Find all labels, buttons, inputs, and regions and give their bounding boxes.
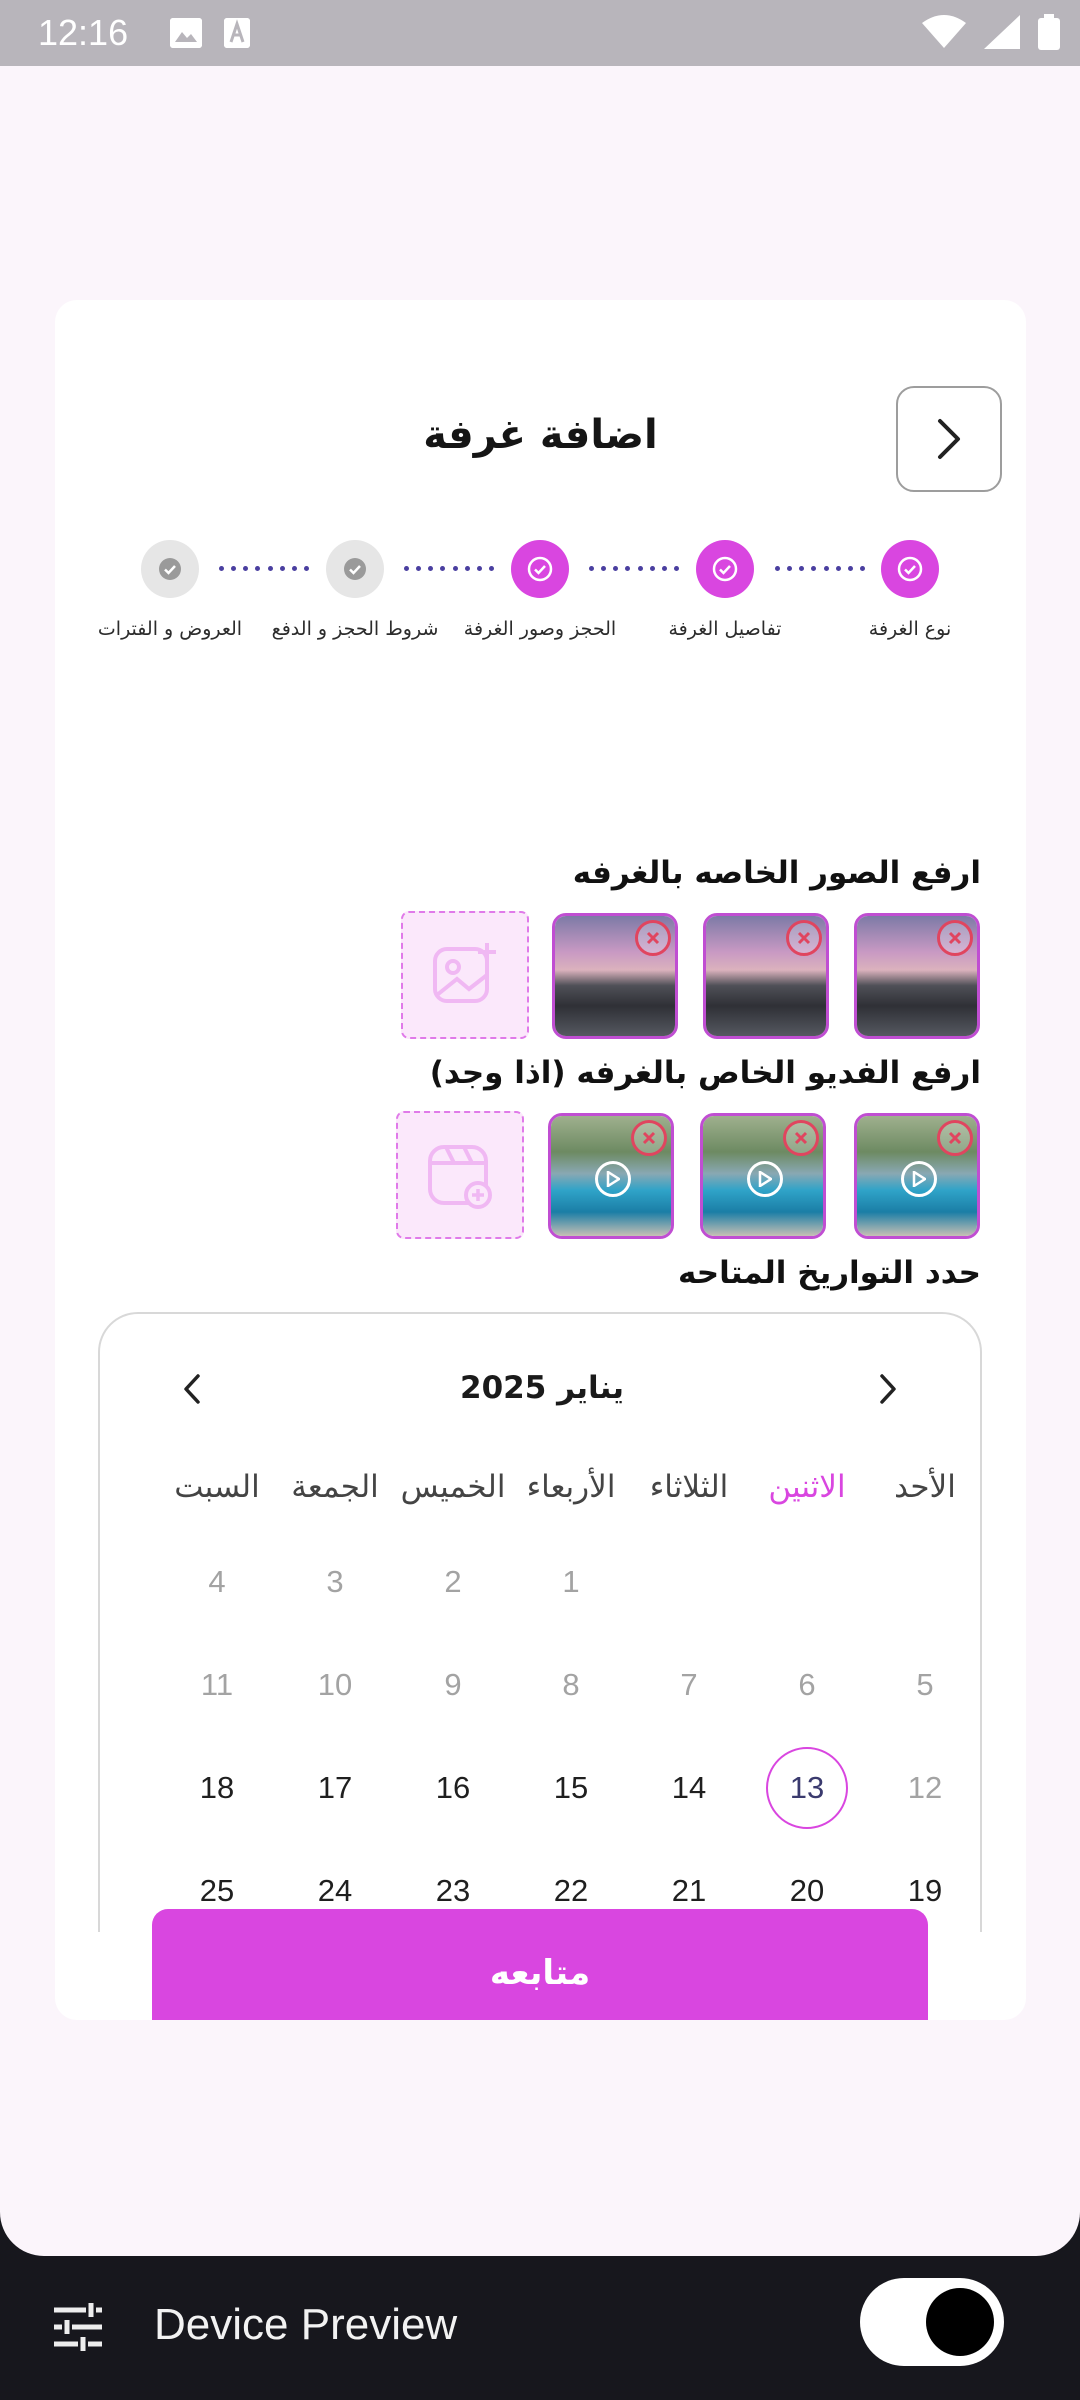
step-check-icon [511,540,569,598]
gallery-notification-icon [170,18,202,48]
calendar-day: 4 [208,1564,226,1599]
signal-icon [984,15,1020,49]
calendar-day: 6 [798,1667,816,1702]
calendar-day: 5 [916,1667,934,1702]
step-label: تفاصيل الغرفة [668,618,782,640]
play-icon [901,1161,937,1197]
step-check-icon [881,540,939,598]
step-label: نوع الغرفة [868,618,952,640]
calendar-week-row: 5 6 7 8 9 10 11 [100,1655,980,1758]
status-notification-icons [170,18,250,48]
weekday-label: الأحد [894,1469,956,1505]
step-check-icon [326,540,384,598]
dates-label: حدد التواريخ المتاحه [677,1255,981,1291]
weekday-label: الثلاثاء [649,1469,729,1505]
remove-video-button[interactable] [631,1120,667,1156]
weekday-header-row: الأحد الاثنين الثلاثاء الأربعاء الخميس ا… [100,1469,980,1505]
page-title: اضافة غرفة [423,412,658,458]
weekday-label: السبت [174,1469,260,1505]
weekday-label: الجمعة [291,1469,379,1505]
weekday-label: الأربعاء [526,1469,616,1505]
add-video-icon [428,1145,492,1209]
add-video-button[interactable] [396,1111,524,1239]
calendar-day[interactable]: 14 [630,1758,748,1861]
wifi-icon [922,15,966,48]
remove-photo-button[interactable] [786,920,822,956]
calendar-day: 8 [562,1667,580,1702]
chevron-right-icon [880,1374,896,1404]
add-image-icon [433,943,496,1003]
date-picker-calendar: يناير 2025 الأحد الاثنين الثلاثاء الأربع… [98,1312,982,1932]
room-video-thumb[interactable] [854,1113,980,1239]
status-time: 12:16 [38,12,129,53]
room-video-thumb[interactable] [548,1113,674,1239]
close-icon [797,931,811,945]
calendar-month-title: يناير 2025 [460,1370,624,1406]
calendar-day: 12 [907,1770,943,1805]
close-icon [646,931,660,945]
calendar-week-row: 1 2 3 4 [100,1552,980,1655]
step-label: العروض و الفترات [97,618,243,640]
calendar-day: 10 [317,1667,353,1702]
calendar-day[interactable]: 18 [158,1758,276,1861]
calendar-day: 7 [680,1667,698,1702]
calendar-day: 11 [200,1667,234,1702]
device-preview-toggle[interactable] [860,2278,1004,2366]
continue-button[interactable]: متابعه [152,1909,928,2020]
tune-icon[interactable] [52,2302,104,2352]
device-preview-label: Device Preview [154,2300,458,2349]
room-photo-thumb[interactable] [703,913,829,1039]
next-month-button[interactable] [876,1372,900,1410]
play-icon [595,1161,631,1197]
calendar-days-grid: 1 2 3 4 5 6 7 8 9 10 11 12 13 14 15 16 1… [100,1552,980,1932]
step-offers: العروض و الفترات [70,540,270,640]
step-room-type: نوع الغرفة [810,540,1010,640]
remove-video-button[interactable] [783,1120,819,1156]
remove-video-button[interactable] [937,1120,973,1156]
step-room-details: تفاصيل الغرفة [625,540,825,640]
toggle-knob [926,2288,994,2356]
close-icon [794,1131,808,1145]
status-bar: 12:16 [0,0,1080,66]
calendar-day[interactable]: 17 [276,1758,394,1861]
battery-icon [1038,14,1060,50]
step-check-icon [141,540,199,598]
step-label: الحجز وصور الغرفة [463,618,617,640]
room-photo-thumb[interactable] [854,913,980,1039]
calendar-day[interactable]: 16 [394,1758,512,1861]
weekday-label: الخميس [400,1469,506,1505]
calendar-day: 9 [444,1667,462,1702]
device-preview-bar: Device Preview [0,2256,1080,2400]
room-photo-thumb[interactable] [552,913,678,1039]
room-video-thumb[interactable] [700,1113,826,1239]
play-icon [747,1161,783,1197]
close-icon [948,1131,962,1145]
calendar-week-row: 12 13 14 15 16 17 18 [100,1747,980,1861]
add-room-card: اضافة غرفة نوع الغرفة تفاصيل الغرفة الحج… [55,300,1026,2020]
close-icon [948,931,962,945]
calendar-day: 1 [562,1564,580,1599]
step-check-icon [696,540,754,598]
remove-photo-button[interactable] [635,920,671,956]
status-system-icons [922,14,1060,50]
calendar-day: 2 [444,1564,462,1599]
remove-photo-button[interactable] [937,920,973,956]
close-icon [642,1131,656,1145]
step-booking-terms: شروط الحجز و الدفع [255,540,455,640]
today-label: 13 [766,1747,848,1829]
step-label: شروط الحجز و الدفع [271,618,439,640]
progress-stepper: نوع الغرفة تفاصيل الغرفة الحجز وصور الغر… [55,540,1026,660]
app-screen: اضافة غرفة نوع الغرفة تفاصيل الغرفة الحج… [0,66,1080,2256]
calendar-day[interactable]: 15 [512,1758,630,1861]
videos-label: ارفع الفديو الخاص بالغرفه (اذا وجد) [429,1055,981,1091]
calendar-day: 3 [326,1564,344,1599]
weekday-label: الاثنين [768,1469,846,1505]
step-booking-photos: الحجز وصور الغرفة [440,540,640,640]
add-photo-button[interactable] [401,911,529,1039]
calendar-day-today[interactable]: 13 [748,1747,866,1861]
text-notification-icon [224,18,250,48]
photos-label: ارفع الصور الخاصه بالغرفه [572,855,981,891]
